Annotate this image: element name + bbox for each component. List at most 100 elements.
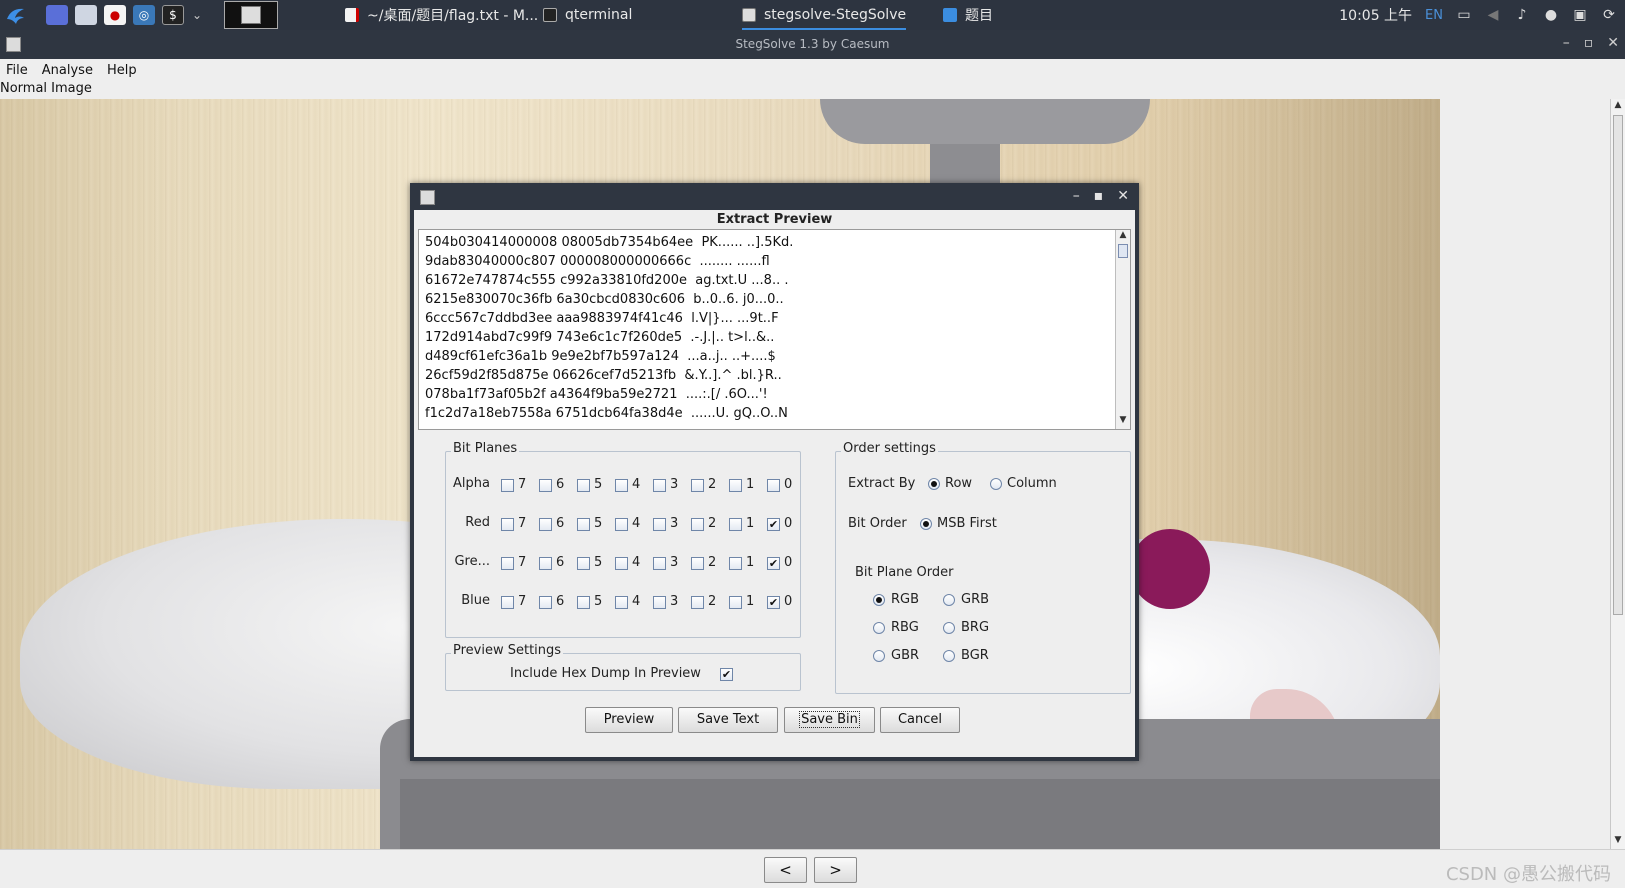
file-manager-icon[interactable] [75,5,97,25]
bit-plane-checkbox[interactable] [615,518,628,531]
bit-plane-checkbox[interactable] [615,596,628,609]
preview-scrollbar[interactable]: ▲ ▼ [1115,230,1130,429]
bit-plane-checkbox[interactable] [729,518,742,531]
bit-plane-checkbox[interactable] [691,596,704,609]
logout-icon[interactable]: ⟳ [1601,7,1617,23]
preview-button[interactable]: Preview [585,707,673,733]
scrollbar-thumb[interactable] [1118,244,1128,258]
plane-order-radio[interactable] [943,622,955,634]
scroll-up-icon[interactable]: ▲ [1613,100,1623,112]
image-vertical-scrollbar[interactable]: ▲ ▼ [1610,99,1625,849]
bit-plane-checkbox[interactable] [539,557,552,570]
kali-menu-icon[interactable] [4,2,30,28]
bit-plane-checkbox[interactable] [539,479,552,492]
bit-plane-checkbox[interactable]: ✔ [767,518,780,531]
bit-plane-checkbox[interactable] [615,557,628,570]
bit-plane-checkbox[interactable] [501,596,514,609]
minimize-icon[interactable]: – [1563,35,1570,51]
chevron-down-icon[interactable]: ⌄ [191,5,203,25]
bit-plane-checkbox[interactable] [653,518,666,531]
plane-order-label[interactable]: RBG [891,620,919,635]
bit-plane-checkbox[interactable] [653,596,666,609]
plane-order-radio[interactable] [943,650,955,662]
row-label[interactable]: Row [945,476,972,491]
scrollbar-thumb[interactable] [1613,115,1623,615]
scroll-down-icon[interactable]: ▼ [1117,415,1129,425]
bit-plane-checkbox[interactable] [653,557,666,570]
task-flag-txt[interactable]: ~/桌面/题目/flag.txt - M... [345,2,538,28]
column-label[interactable]: Column [1007,476,1057,491]
clock[interactable]: 10:05 上午 [1339,5,1412,25]
save-text-button[interactable]: Save Text [678,707,778,733]
bit-plane-checkbox[interactable] [767,479,780,492]
bit-plane-checkbox[interactable] [501,557,514,570]
bit-plane-checkbox[interactable] [729,479,742,492]
bit-plane-checkbox[interactable] [577,557,590,570]
bit-plane-checkbox[interactable] [729,596,742,609]
bit-plane-checkbox[interactable] [577,479,590,492]
active-window-thumbnail[interactable] [224,1,278,29]
bit-plane-checkbox[interactable] [539,518,552,531]
bit-plane-checkbox[interactable] [615,479,628,492]
menu-analyse[interactable]: Analyse [42,63,93,78]
menu-file[interactable]: File [6,63,28,78]
language-indicator[interactable]: EN [1425,8,1443,23]
plane-order-label[interactable]: BRG [961,620,989,635]
bit-order-label: Bit Order [848,516,907,531]
scroll-down-icon[interactable]: ▼ [1613,835,1623,847]
plane-order-radio[interactable] [873,622,885,634]
plane-order-label[interactable]: BGR [961,648,989,663]
maximize-icon[interactable]: ▫ [1584,35,1594,51]
plane-order-label[interactable]: GBR [891,648,919,663]
minimize-icon[interactable]: – [1073,188,1080,204]
plane-order-label[interactable]: RGB [891,592,919,607]
msb-first-radio[interactable] [920,518,932,530]
bit-plane-checkbox[interactable] [539,596,552,609]
msb-first-label[interactable]: MSB First [937,516,997,531]
maximize-icon[interactable]: ▪ [1094,188,1104,204]
task-folder[interactable]: 题目 [943,2,993,28]
bit-plane-checkbox[interactable] [691,479,704,492]
bit-plane-checkbox[interactable] [577,596,590,609]
hex-dump-line: 6ccc567c7ddbd3ee aaa9883974f41c46 l.V|}.… [425,311,779,326]
lock-icon[interactable]: ▣ [1572,7,1588,23]
save-bin-button[interactable]: Save Bin [784,707,875,733]
bit-plane-checkbox[interactable]: ✔ [767,596,780,609]
bit-plane-checkbox[interactable]: ✔ [767,557,780,570]
bit-plane-checkbox[interactable] [501,479,514,492]
volume-icon[interactable]: ◀ [1485,7,1501,23]
bit-plane-checkbox[interactable] [577,518,590,531]
display-icon[interactable]: ▭ [1456,7,1472,23]
plane-order-radio[interactable] [943,594,955,606]
bit-plane-checkbox[interactable] [501,518,514,531]
menu-help[interactable]: Help [107,63,137,78]
plane-order-radio[interactable] [873,650,885,662]
bit-plane-checkbox[interactable] [691,518,704,531]
hex-dump-checkbox[interactable]: ✔ [720,668,733,681]
plane-order-label[interactable]: GRB [961,592,989,607]
plane-order-radio[interactable] [873,594,885,606]
scroll-up-icon[interactable]: ▲ [1117,230,1129,240]
task-qterminal[interactable]: qterminal [543,2,632,28]
close-icon[interactable]: ✕ [1117,188,1129,204]
extract-preview-textarea[interactable]: 504b030414000008 08005db7354b64ee PK....… [418,229,1131,430]
watermark-text: CSDN @愚公搬代码 [1445,864,1611,885]
close-icon[interactable]: ✕ [1607,35,1619,51]
terminal-icon[interactable]: $ [162,5,184,25]
extract-by-column-radio[interactable] [990,478,1002,490]
bit-plane-number: 7 [518,555,527,570]
notification-bell-icon[interactable]: ♪ [1514,7,1530,23]
browser-icon[interactable]: ◎ [133,5,155,25]
task-stegsolve[interactable]: stegsolve-StegSolve [742,2,907,30]
previous-button[interactable]: < [764,857,807,883]
cancel-button[interactable]: Cancel [880,707,960,733]
bit-plane-checkbox[interactable] [729,557,742,570]
desktop-icon[interactable] [46,5,68,25]
bit-plane-checkbox[interactable] [653,479,666,492]
bit-plane-checkbox[interactable] [691,557,704,570]
next-button[interactable]: > [814,857,857,883]
extract-by-row-radio[interactable] [928,478,940,490]
text-editor-icon[interactable]: ● [104,5,126,25]
dialog-window-controls: – ▪ ✕ [1073,188,1129,204]
power-manager-icon[interactable]: ● [1543,7,1559,23]
